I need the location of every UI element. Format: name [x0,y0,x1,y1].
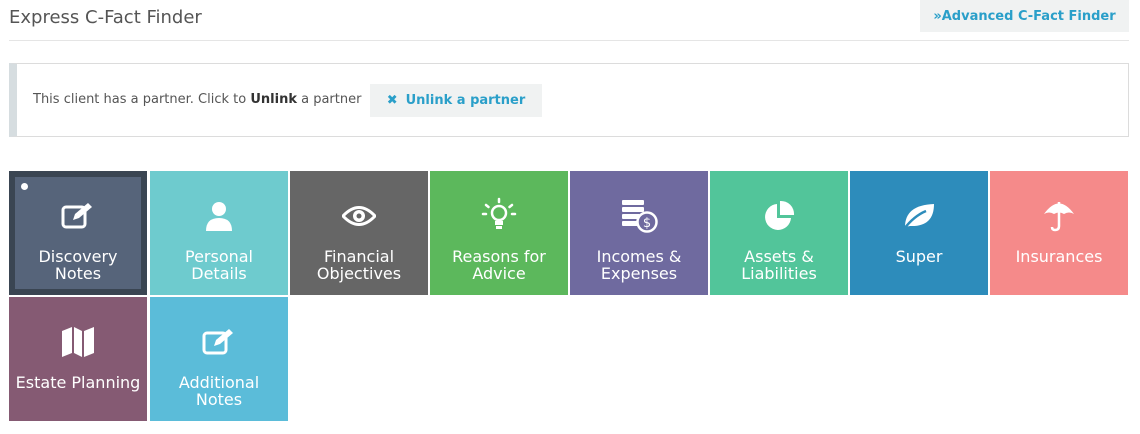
partner-notice-text: This client has a partner. Click to Unli… [33,92,361,107]
partner-text-bold: Unlink [250,92,297,107]
svg-text:$: $ [643,216,651,231]
lightbulb-icon [480,197,518,235]
user-icon [200,197,238,235]
eye-icon [340,197,378,235]
unlink-partner-label: Unlink a partner [405,93,526,108]
partner-notice: This client has a partner. Click to Unli… [9,63,1129,137]
tile-label: Insurances [1015,247,1103,266]
tile-reasons-for-advice[interactable]: Reasons for Advice [430,171,568,295]
tile-label: Additional Notes [178,373,260,409]
partner-text-before: This client has a partner. Click to [33,92,251,107]
edit-icon [59,197,97,235]
tile-estate-planning[interactable]: Estate Planning [9,297,147,421]
close-icon: ✖ [386,93,398,108]
tile-super[interactable]: Super [850,171,988,295]
tile-label: Financial Objectives [316,247,402,283]
umbrella-icon [1040,197,1078,235]
tile-assets-liabilities[interactable]: Assets & Liabilities [710,171,848,295]
tile-label: Reasons for Advice [452,247,546,283]
tile-label: Assets & Liabilities [741,247,817,283]
partner-text-after: a partner [296,92,362,107]
tile-discovery-notes[interactable]: Discovery Notes [9,171,147,295]
unlink-partner-button[interactable]: ✖ Unlink a partner [370,84,542,117]
tile-financial-objectives[interactable]: Financial Objectives [290,171,428,295]
tile-incomes-expenses[interactable]: $ Incomes & Expenses [570,171,708,295]
advanced-fact-finder-button[interactable]: »Advanced C-Fact Finder [920,0,1129,32]
page-header: Express C-Fact Finder »Advanced C-Fact F… [9,0,1129,41]
pie-chart-icon [760,197,798,235]
tile-personal-details[interactable]: Personal Details [150,171,288,295]
tile-additional-notes[interactable]: Additional Notes [150,297,288,421]
active-indicator-dot [21,183,28,190]
leaf-icon [900,197,938,235]
coins-icon: $ [620,197,658,235]
tile-insurances[interactable]: Insurances [990,171,1128,295]
tile-label: Super [895,247,943,266]
tile-label: Personal Details [184,247,253,283]
tile-label: Discovery Notes [38,247,118,283]
tile-label: Estate Planning [15,373,141,392]
tile-label: Incomes & Expenses [596,247,682,283]
edit-icon [200,323,238,361]
map-icon [59,323,97,361]
page-title: Express C-Fact Finder [9,7,202,28]
